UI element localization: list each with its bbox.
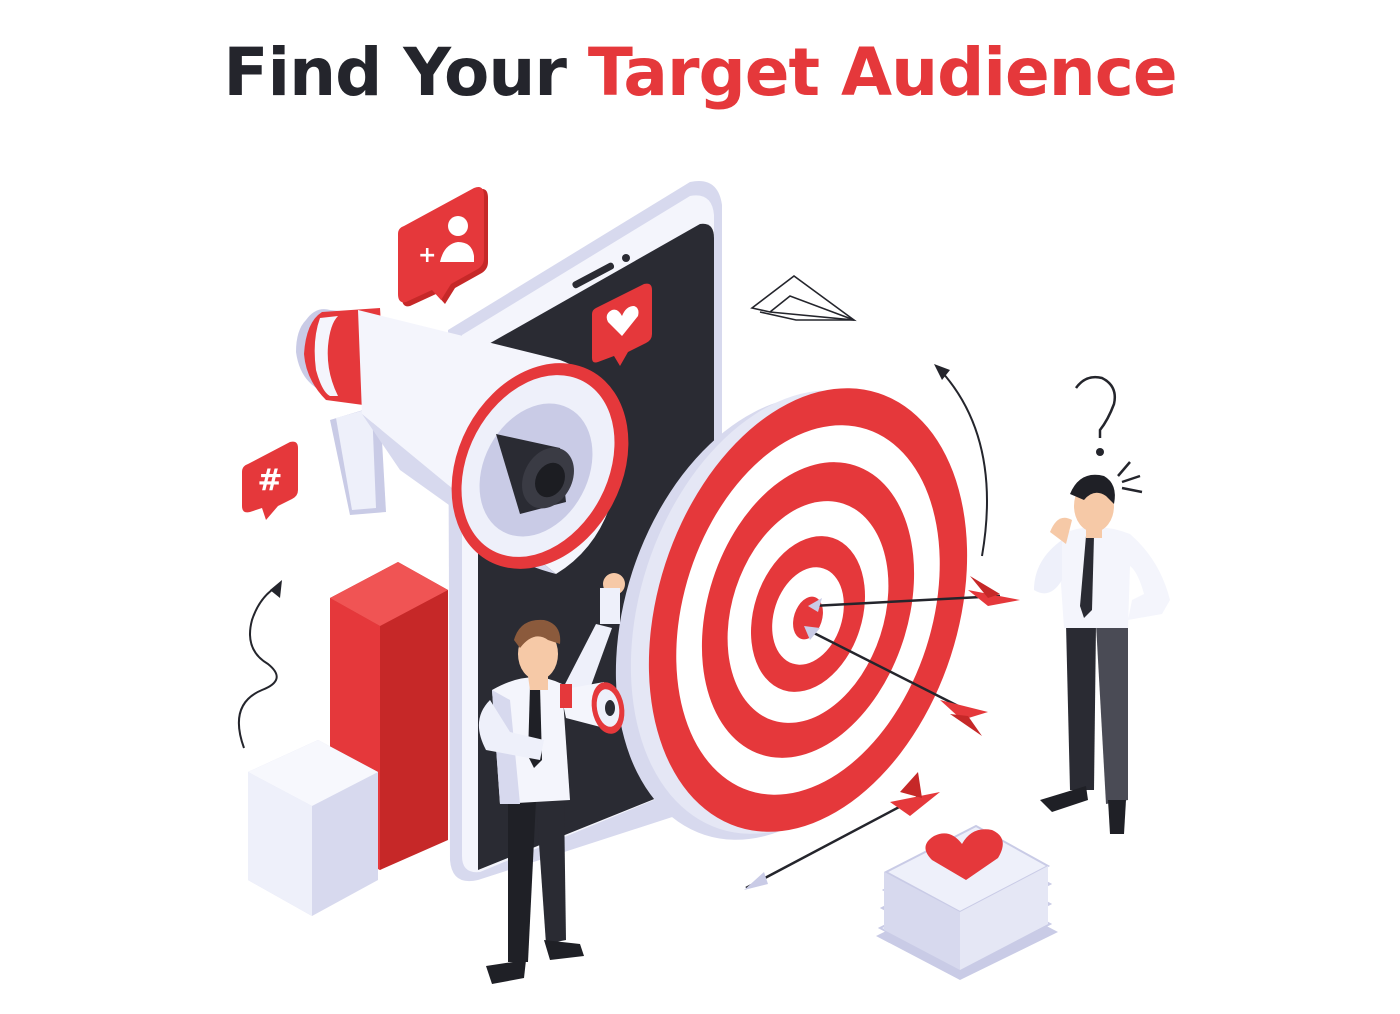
add-user-plus-glyph: + [418, 243, 436, 268]
hashtag-icon: # [242, 441, 298, 520]
target-audience-illustration: + # [237, 180, 1170, 984]
question-mark-icon [1074, 375, 1116, 456]
paper-plane-icon [750, 275, 857, 322]
hashtag-glyph: # [257, 463, 282, 498]
surprise-lines-icon [1117, 461, 1143, 494]
curved-arrow-left [237, 580, 282, 749]
thinking-man [1034, 474, 1170, 834]
add-user-icon: + [398, 187, 488, 307]
white-box [248, 740, 378, 916]
